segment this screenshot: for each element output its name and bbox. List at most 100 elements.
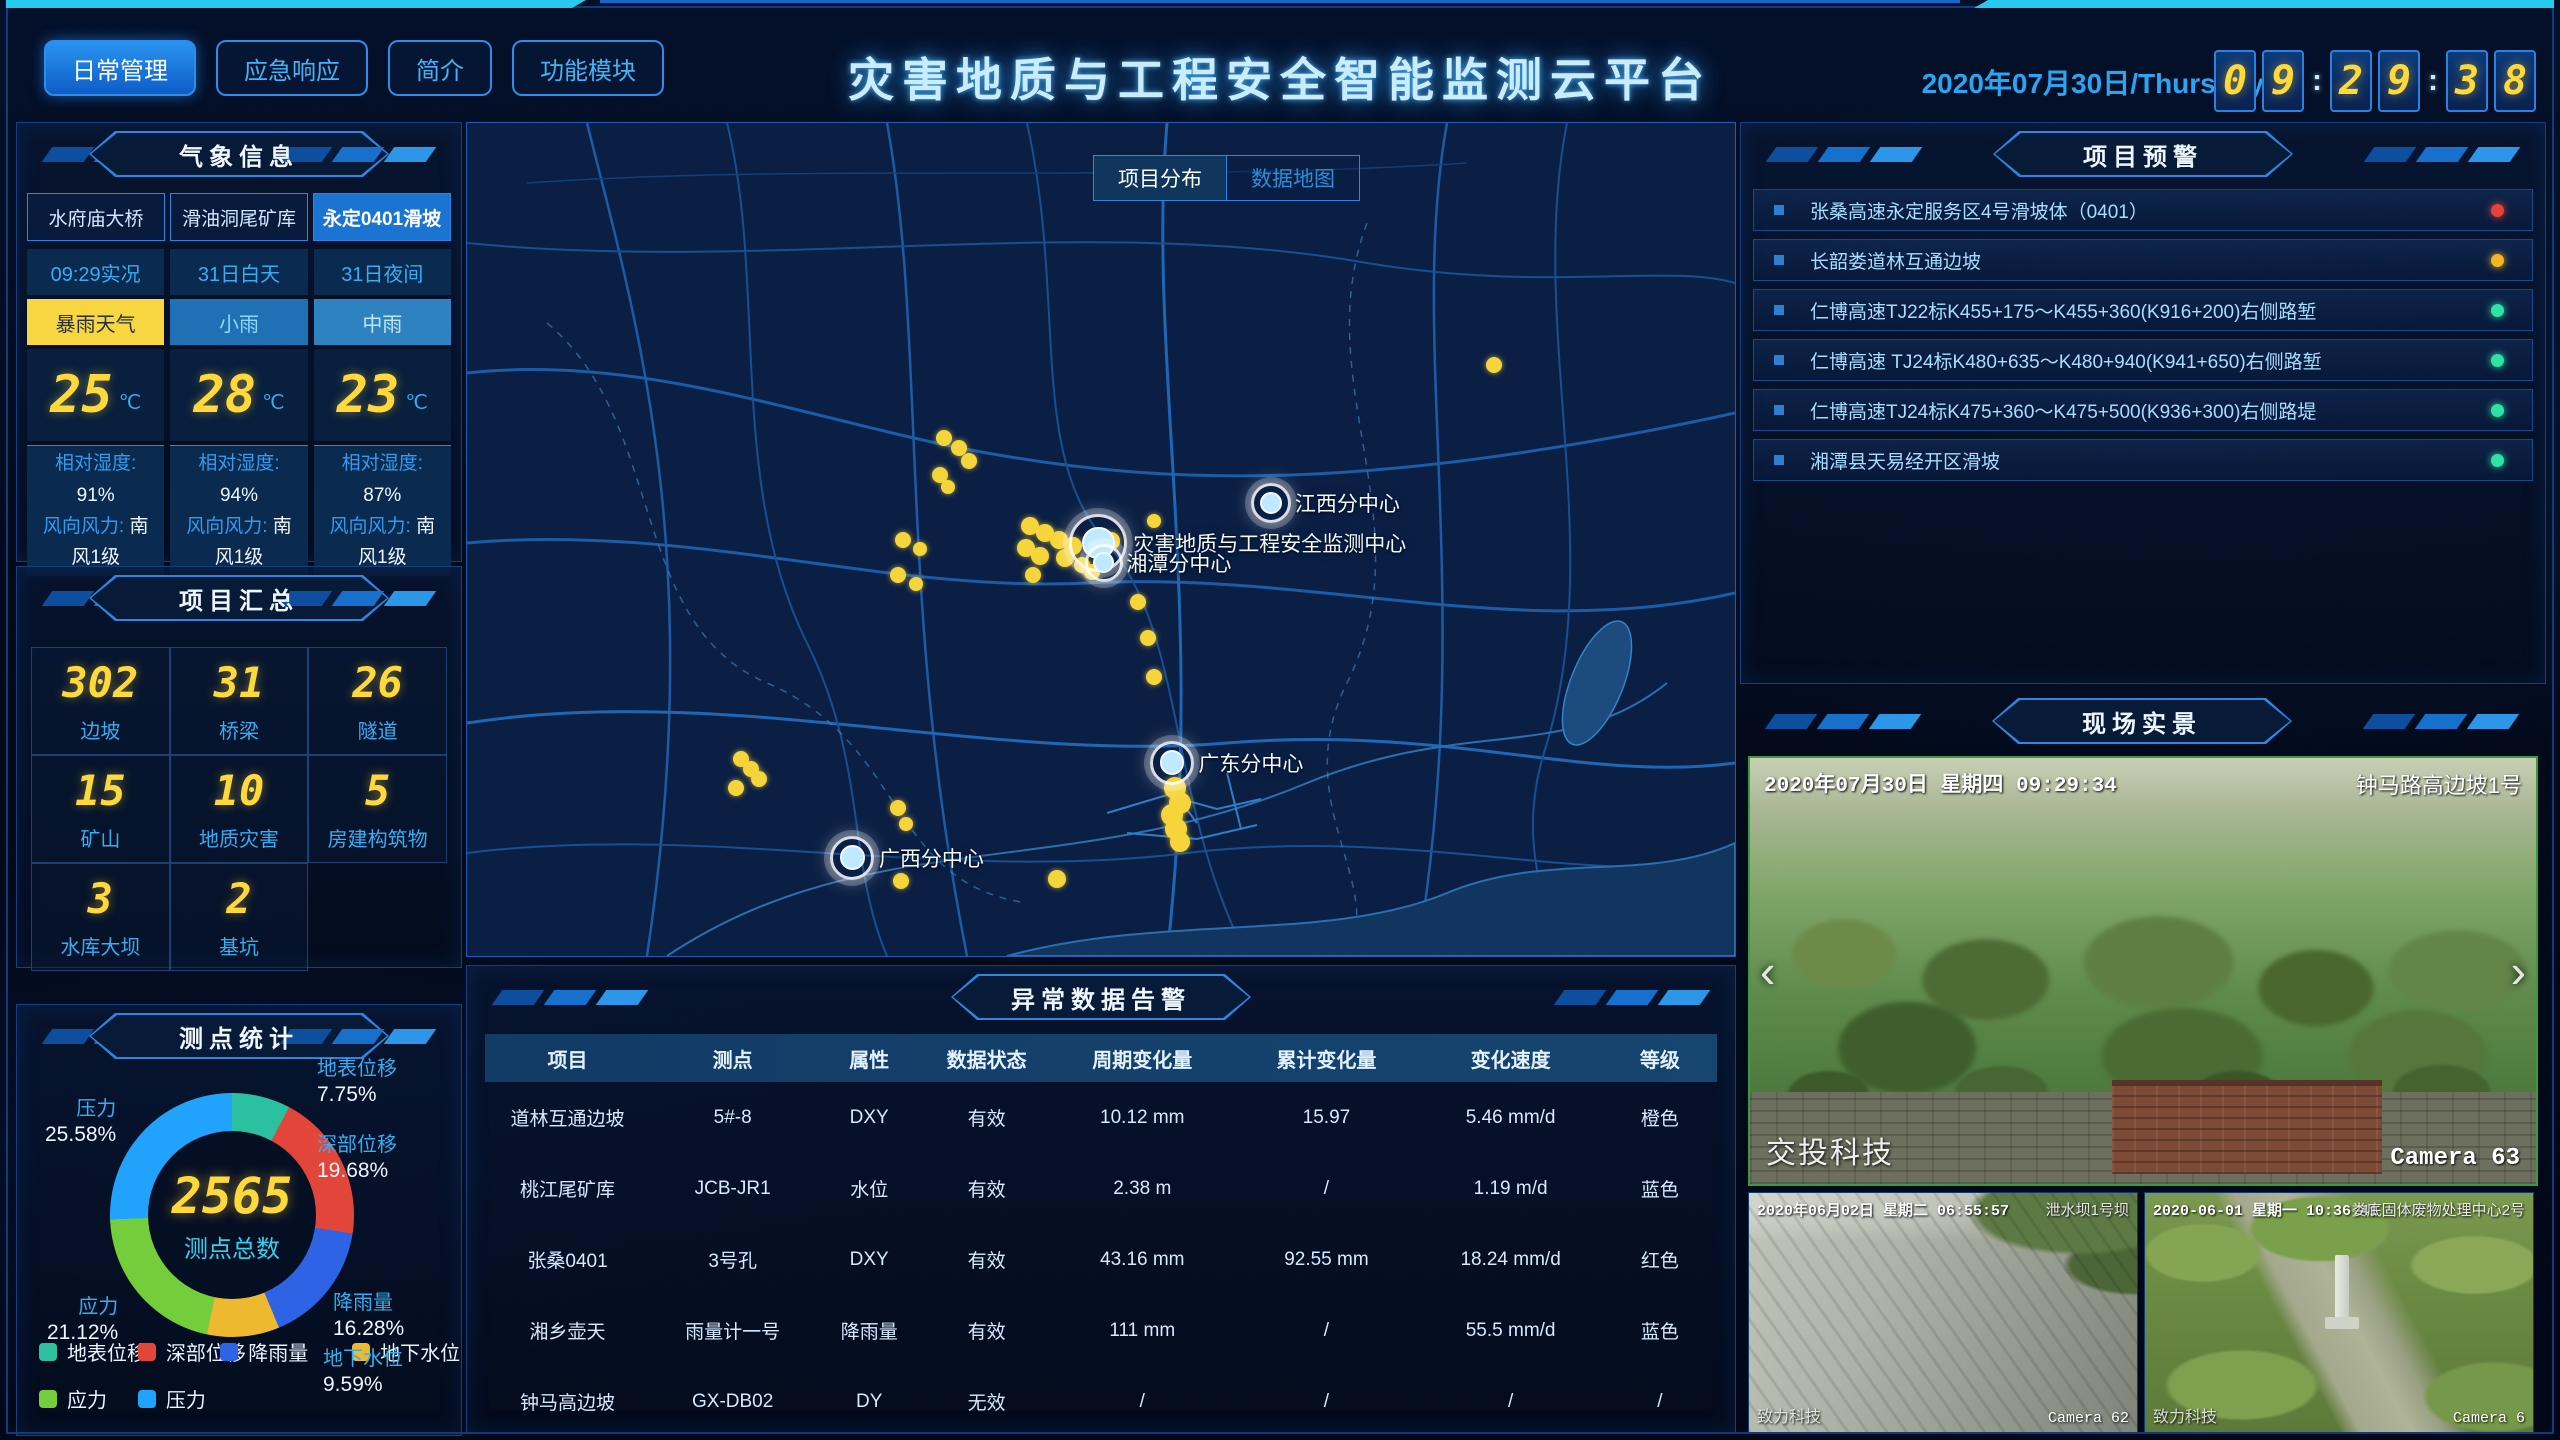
bullet-icon xyxy=(1774,455,1784,465)
project-dot[interactable] xyxy=(1025,567,1041,583)
map-center-marker[interactable]: 湘潭分中心 xyxy=(1085,544,1123,582)
legend-swatch xyxy=(220,1343,238,1361)
nav-intro[interactable]: 简介 xyxy=(388,40,492,96)
cell-period-change: / xyxy=(1050,1391,1234,1413)
project-dot[interactable] xyxy=(899,817,913,831)
legend-item[interactable]: 应力 xyxy=(39,1384,138,1413)
camera-thumb-dam[interactable]: 2020年06月02日 星期二 06:55:57 泄水坝1号坝 致力科技 Cam… xyxy=(1748,1192,2138,1434)
weather-humidity-wind: 相对湿度: 91% 风向风力: 南风1级 xyxy=(27,445,164,576)
cell-level: 红色 xyxy=(1603,1246,1717,1273)
bullet-icon xyxy=(1774,305,1784,315)
summary-cell: 5 房建构筑物 xyxy=(308,755,447,863)
map-tab-data-map[interactable]: 数据地图 xyxy=(1227,156,1359,200)
map-center-marker[interactable]: 广西分中心 xyxy=(830,836,874,880)
humidity-label: 相对湿度: xyxy=(55,453,136,474)
cell-status: 有效 xyxy=(923,1246,1050,1273)
header-deco xyxy=(2369,147,2515,162)
donut-center: 2565 测点总数 xyxy=(110,1093,354,1337)
alert-table-row[interactable]: 湘乡壶天 雨量计一号 降雨量 有效 111 mm / 55.5 mm/d 蓝色 xyxy=(485,1295,1717,1366)
warning-row[interactable]: 长韶娄道林互通边坡 xyxy=(1753,239,2533,281)
next-camera-arrow-icon[interactable]: › xyxy=(2511,948,2526,994)
project-dot[interactable] xyxy=(893,873,909,889)
weather-temperature: 25 ℃ xyxy=(27,349,164,441)
warning-row[interactable]: 湘潭县天易经开区滑坡 xyxy=(1753,439,2533,481)
warning-row[interactable]: 张桑高速永定服务区4号滑坡体（0401） xyxy=(1753,189,2533,231)
project-dot[interactable] xyxy=(1146,669,1162,685)
cell-attr: 降雨量 xyxy=(815,1317,923,1344)
project-dot[interactable] xyxy=(909,577,923,591)
main-camera-view[interactable]: 2020年07月30日 星期四 09:29:34 钟马路高边坡1号 交投科技 C… xyxy=(1748,756,2538,1186)
point-stats-panel: 测点统计 2565 测点总数 地表位移7.75% 深部位移19.68% 降雨量1… xyxy=(16,1004,462,1436)
project-dot[interactable] xyxy=(1147,514,1161,528)
map-panel[interactable]: 项目分布 数据地图 灾害地质与工程安全监测中心湘潭分中心江西分中心广东分中心广西… xyxy=(466,122,1736,957)
alert-table-row[interactable]: 钟马高边坡 GX-DB02 DY 无效 / / / / xyxy=(485,1366,1717,1437)
warning-row[interactable]: 仁博高速TJ24标K475+360～K475+500(K936+300)右侧路堤 xyxy=(1753,389,2533,431)
weather-temperature: 23 ℃ xyxy=(314,349,451,441)
project-dot[interactable] xyxy=(1048,870,1066,888)
weather-column: 09:29实况 暴雨天气 25 ℃ 相对湿度: 91% 风向风力: 南风1级 xyxy=(27,249,164,576)
summary-cell: 26 隧道 xyxy=(308,647,447,755)
brick-building-scene xyxy=(2112,1080,2382,1174)
project-dot[interactable] xyxy=(1170,832,1190,852)
warning-row[interactable]: 仁博高速 TJ24标K480+635～K480+940(K941+650)右侧路… xyxy=(1753,339,2533,381)
summary-cell: 15 矿山 xyxy=(31,755,170,863)
map-center-marker[interactable]: 广东分中心 xyxy=(1150,741,1194,785)
alert-table-row[interactable]: 桃江尾矿库 JCB-JR1 水位 有效 2.38 m / 1.19 m/d 蓝色 xyxy=(485,1153,1717,1224)
project-dot[interactable] xyxy=(936,430,952,446)
project-dot[interactable] xyxy=(890,800,906,816)
map-center-marker[interactable]: 江西分中心 xyxy=(1251,483,1291,523)
project-dot[interactable] xyxy=(751,771,767,787)
nav-emergency-response[interactable]: 应急响应 xyxy=(216,40,368,96)
project-dot[interactable] xyxy=(913,542,927,556)
humidity-value: 94% xyxy=(220,485,258,506)
project-dot[interactable] xyxy=(895,532,911,548)
concrete-slope-scene xyxy=(1749,1193,2137,1433)
alert-table-row[interactable]: 张桑0401 3号孔 DXY 有效 43.16 mm 92.55 mm 18.2… xyxy=(485,1224,1717,1295)
clock-digit: 9 xyxy=(2378,50,2420,112)
weather-tab-yongding[interactable]: 永定0401滑坡 xyxy=(313,193,451,241)
legend-item[interactable]: 压力 xyxy=(138,1384,237,1413)
map-tabs: 项目分布 数据地图 xyxy=(1093,155,1360,201)
map-tab-project-distribution[interactable]: 项目分布 xyxy=(1094,156,1227,200)
header: 日常管理 应急响应 简介 功能模块 灾害地质与工程安全智能监测云平台 2020年… xyxy=(0,10,2560,114)
project-dot[interactable] xyxy=(728,780,744,796)
alert-table-row[interactable]: 道林互通边坡 5#-8 DXY 有效 10.12 mm 15.97 5.46 m… xyxy=(485,1082,1717,1153)
col-level: 等级 xyxy=(1603,1044,1717,1073)
status-dot-icon xyxy=(2491,454,2504,467)
project-dot[interactable] xyxy=(1130,594,1146,610)
cell-project: 湘乡壶天 xyxy=(485,1317,650,1344)
weather-tab-shuifumiao[interactable]: 水府庙大桥 xyxy=(27,193,165,241)
cell-point: GX-DB02 xyxy=(650,1391,815,1413)
project-dot[interactable] xyxy=(1486,357,1502,373)
summary-label: 边坡 xyxy=(80,715,120,744)
nav-daily-management[interactable]: 日常管理 xyxy=(44,40,196,96)
clock: 0 9 : 2 9 : 3 8 xyxy=(2214,50,2536,112)
cell-change-speed: 1.19 m/d xyxy=(1419,1178,1603,1200)
warning-row[interactable]: 仁博高速TJ22标K455+175～K455+360(K916+200)右侧路堑 xyxy=(1753,289,2533,331)
cell-project: 道林互通边坡 xyxy=(485,1104,650,1131)
project-dot[interactable] xyxy=(1140,630,1156,646)
project-dot[interactable] xyxy=(1031,547,1049,565)
center-label: 广西分中心 xyxy=(879,843,984,873)
summary-value: 302 xyxy=(62,658,138,707)
nav-function-modules[interactable]: 功能模块 xyxy=(512,40,664,96)
prev-camera-arrow-icon[interactable]: ‹ xyxy=(1760,948,1775,994)
temperature-value: 28 xyxy=(193,365,256,425)
bullet-icon xyxy=(1774,255,1784,265)
summary-label: 地质灾害 xyxy=(199,823,279,852)
humidity-value: 91% xyxy=(77,485,115,506)
warning-text: 仁博高速 TJ24标K480+635～K480+940(K941+650)右侧路… xyxy=(1810,347,2491,374)
cameras-panel-title: 现场实景 xyxy=(2042,704,2242,739)
camera-thumb-waste-center[interactable]: 2020-06-01 星期一 10:36:41 娄底固体废物处理中心2号 致力科… xyxy=(2144,1192,2534,1434)
project-dot[interactable] xyxy=(941,480,955,494)
camera-timestamp: 2020-06-01 星期一 10:36:41 xyxy=(2153,1199,2378,1220)
legend-item[interactable]: 深部位移 xyxy=(138,1337,220,1366)
project-dot[interactable] xyxy=(961,453,977,469)
project-dot[interactable] xyxy=(890,567,906,583)
main-nav: 日常管理 应急响应 简介 功能模块 xyxy=(44,40,664,96)
temperature-unit: ℃ xyxy=(405,390,427,415)
weather-tab-huayoudong[interactable]: 滑油洞尾矿库 xyxy=(170,193,308,241)
cell-attr: DY xyxy=(815,1391,923,1413)
warnings-panel-title: 项目预警 xyxy=(2043,137,2243,172)
cell-period-change: 111 mm xyxy=(1050,1320,1234,1342)
